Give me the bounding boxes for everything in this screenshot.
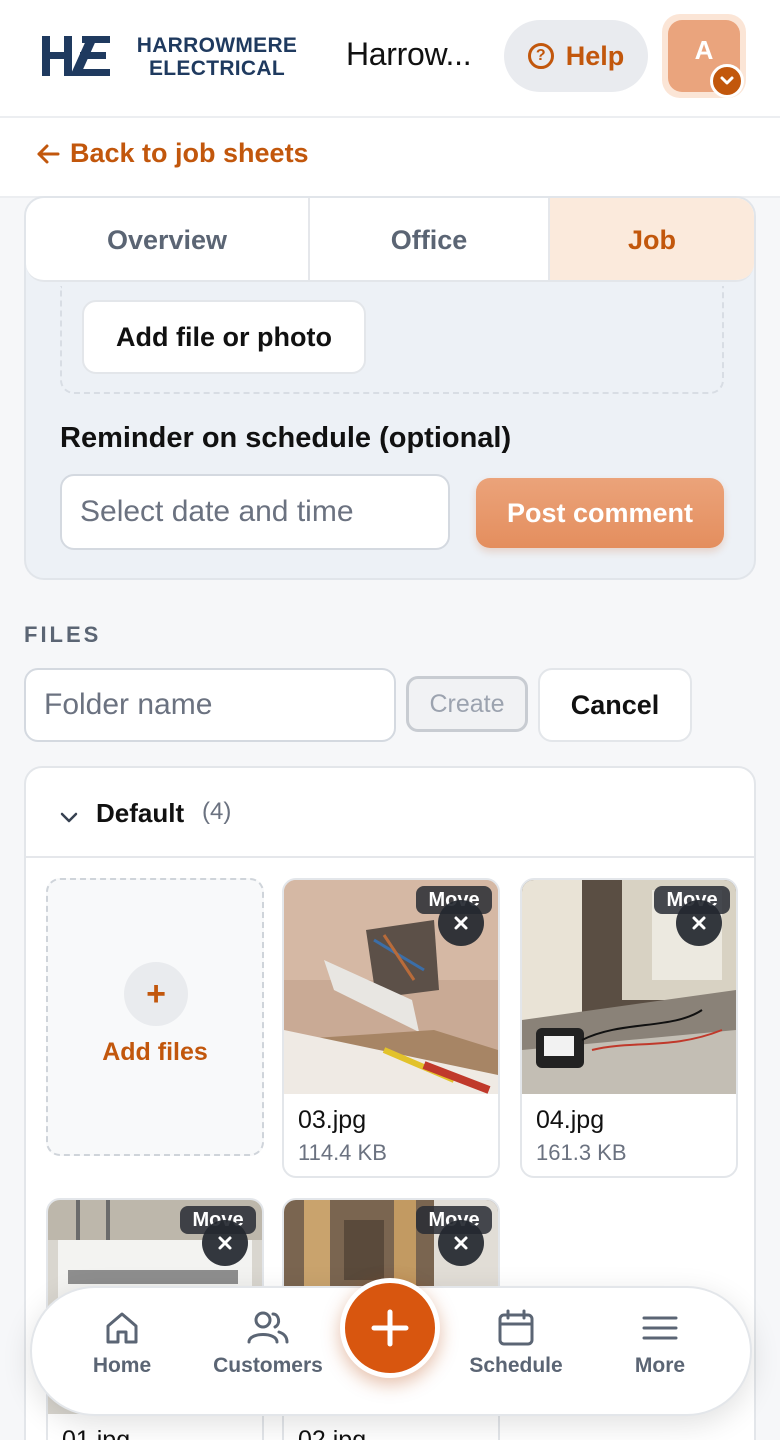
arrow-left-icon <box>37 144 60 163</box>
back-to-job-sheets-link[interactable]: Back to job sheets <box>36 138 309 169</box>
close-icon <box>218 1236 232 1250</box>
home-icon <box>106 1312 138 1344</box>
reminder-datetime-input[interactable]: Select date and time <box>60 474 450 550</box>
back-label: Back to job sheets <box>70 138 309 168</box>
comment-card: Overview Office Job Add file or photo Re… <box>24 196 756 580</box>
create-folder-button[interactable]: Create <box>406 676 528 732</box>
file-tile[interactable]: Move 03.jpg 114.4 KB <box>282 878 500 1178</box>
plus-icon: + <box>124 962 188 1026</box>
close-icon <box>454 916 468 930</box>
cancel-folder-button[interactable]: Cancel <box>538 668 692 742</box>
reminder-label: Reminder on schedule (optional) <box>60 422 512 454</box>
tab-job[interactable]: Job <box>550 198 754 280</box>
file-name: 04.jpg <box>536 1106 605 1134</box>
nav-more[interactable]: More <box>590 1308 730 1398</box>
company-title: Harrow... <box>346 36 472 72</box>
plus-icon <box>371 1309 409 1347</box>
folder-header[interactable]: Default (4) <box>26 768 754 858</box>
file-size: 161.3 KB <box>536 1140 627 1165</box>
nav-schedule-label: Schedule <box>469 1354 563 1377</box>
help-button[interactable]: ? Help <box>504 20 648 92</box>
file-tile[interactable]: Move 04.jpg 161.3 KB <box>520 878 738 1178</box>
user-menu-button[interactable]: A <box>662 14 746 98</box>
logo-line-1: HARROWMERE <box>136 34 298 57</box>
tab-overview[interactable]: Overview <box>26 198 310 280</box>
app-header: HARROWMERE ELECTRICAL Harrow... ? Help A <box>0 0 780 118</box>
file-name: 03.jpg <box>298 1106 367 1134</box>
tab-office[interactable]: Office <box>310 198 550 280</box>
folder-name: Default <box>96 798 185 828</box>
users-icon <box>247 1311 289 1344</box>
add-files-tile[interactable]: + Add files <box>46 878 264 1156</box>
nav-customers-label: Customers <box>213 1354 323 1377</box>
create-new-button[interactable] <box>340 1278 440 1378</box>
folder-count: (4) <box>202 798 232 825</box>
calendar-icon <box>498 1309 534 1346</box>
nav-home-label: Home <box>92 1354 152 1377</box>
menu-icon <box>642 1316 678 1340</box>
logo-mark-icon <box>42 36 110 76</box>
chevron-down-icon <box>60 812 78 823</box>
post-comment-button[interactable]: Post comment <box>476 478 724 548</box>
file-dropzone[interactable]: Add file or photo <box>60 286 724 394</box>
back-bar: Back to job sheets <box>0 118 780 198</box>
add-file-or-photo-button[interactable]: Add file or photo <box>82 300 366 374</box>
nav-customers[interactable]: Customers <box>198 1308 338 1398</box>
close-icon <box>454 1236 468 1250</box>
remove-file-button[interactable] <box>676 900 722 946</box>
files-heading: FILES <box>24 622 102 647</box>
question-circle-icon: ? <box>527 43 554 69</box>
chevron-down-icon <box>710 64 744 98</box>
logo-line-2: ELECTRICAL <box>149 57 285 80</box>
tab-bar: Overview Office Job <box>26 198 754 282</box>
nav-schedule[interactable]: Schedule <box>446 1308 586 1398</box>
nav-more-label: More <box>634 1354 686 1377</box>
folder-name-input[interactable]: Folder name <box>24 668 396 742</box>
help-label: Help <box>565 40 625 71</box>
remove-file-button[interactable] <box>202 1220 248 1266</box>
file-name: 01.jpg <box>62 1426 131 1440</box>
file-name: 02.jpg <box>298 1426 367 1440</box>
file-size: 114.4 KB <box>298 1140 387 1165</box>
company-logo[interactable]: HARROWMERE ELECTRICAL <box>40 32 310 80</box>
add-files-label: Add files <box>102 1038 208 1066</box>
close-icon <box>692 916 706 930</box>
remove-file-button[interactable] <box>438 1220 484 1266</box>
nav-home[interactable]: Home <box>52 1308 192 1398</box>
logo-wordmark: HARROWMERE ELECTRICAL <box>122 34 312 80</box>
remove-file-button[interactable] <box>438 900 484 946</box>
